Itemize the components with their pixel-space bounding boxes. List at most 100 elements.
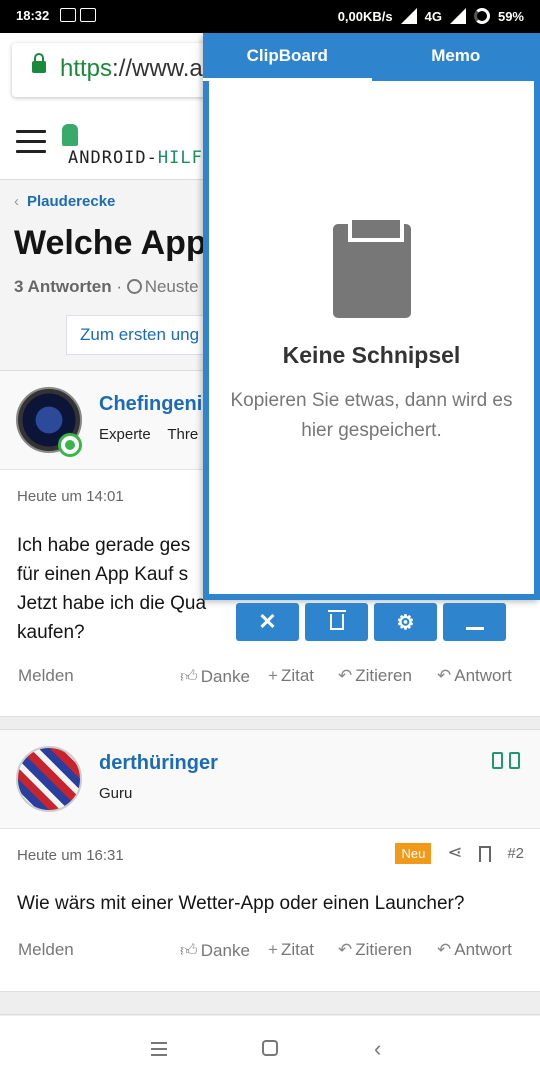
reply-arrow-icon: ↶ bbox=[338, 666, 353, 685]
close-button[interactable]: ✕ bbox=[236, 603, 299, 641]
status-bar: 18:32 0,00KB/s 4G 59% bbox=[0, 0, 540, 33]
thanks-label: Danke bbox=[200, 667, 250, 686]
cite-label: Zitieren bbox=[355, 666, 412, 685]
quote-button[interactable]: + Zitat bbox=[268, 666, 314, 686]
android-logo-icon[interactable] bbox=[62, 124, 78, 146]
post-number[interactable]: #2 bbox=[507, 845, 524, 862]
empty-description: Kopieren Sie etwas, dann wird es hier ge… bbox=[230, 390, 513, 441]
minimize-button[interactable] bbox=[443, 603, 506, 641]
site-logo[interactable]: ANDROID-HILFE bbox=[68, 148, 214, 168]
tab-memo[interactable]: Memo bbox=[372, 33, 540, 81]
phone-icon bbox=[492, 752, 503, 769]
wifi-signal-icon bbox=[400, 8, 417, 24]
meta-separator: · bbox=[111, 277, 127, 296]
share-icon[interactable] bbox=[447, 842, 463, 863]
app-notification-icon bbox=[80, 8, 96, 22]
device-icons bbox=[492, 752, 520, 769]
post-time[interactable]: Heute um 16:31 bbox=[17, 847, 124, 864]
quote-button[interactable]: + Zitat bbox=[268, 940, 314, 960]
clipboard-icon bbox=[333, 220, 411, 318]
clipboard-actions: ✕ ⚙ bbox=[236, 603, 506, 641]
reply-icon: ↶ bbox=[437, 940, 452, 959]
clipboard-panel: ClipBoard Memo Keine Schnipsel Kopieren … bbox=[203, 33, 540, 600]
url-text[interactable]: https://www.ar bbox=[60, 55, 211, 83]
nav-home-icon[interactable] bbox=[262, 1040, 278, 1056]
user-role: Guru bbox=[99, 785, 133, 802]
quote-label: Zitat bbox=[280, 940, 314, 959]
reply-arrow-icon: ↶ bbox=[338, 940, 353, 959]
breadcrumb[interactable]: ‹ Plauderecke bbox=[14, 193, 115, 210]
page-title: Welche App bbox=[14, 224, 207, 262]
notification-icons bbox=[60, 8, 96, 22]
empty-title: Keine Schnipsel bbox=[282, 342, 461, 368]
quote-label: Zitat bbox=[280, 666, 314, 685]
nav-menu-icon[interactable] bbox=[151, 1042, 167, 1060]
thread-meta: 3 Antworten · Neuste bbox=[14, 277, 199, 297]
user-role-extra: Thre bbox=[167, 426, 199, 443]
cite-button[interactable]: ↶ Zitieren bbox=[338, 666, 412, 686]
thumbs-up-icon: 👍︎ bbox=[180, 941, 198, 960]
post-2: derthüringer Guru Heute um 16:31 Neu #2 … bbox=[0, 729, 540, 991]
post-body: Wie wärs mit einer Wetter-App oder einen… bbox=[17, 893, 465, 914]
chevron-left-icon: ‹ bbox=[14, 193, 19, 210]
reply-label: Antwort bbox=[454, 940, 512, 959]
plus-icon: + bbox=[268, 666, 278, 685]
url-host: ://www.ar bbox=[112, 55, 211, 82]
breadcrumb-label: Plauderecke bbox=[27, 193, 116, 210]
reply-button[interactable]: ↶ Antwort bbox=[437, 666, 512, 686]
username[interactable]: derthüringer bbox=[99, 752, 218, 775]
battery-level: 59% bbox=[497, 8, 524, 24]
menu-icon[interactable] bbox=[16, 130, 46, 154]
thanks-button[interactable]: 👍︎ Danke bbox=[180, 666, 250, 687]
post-meta-right: Neu #2 bbox=[395, 842, 524, 864]
reply-icon: ↶ bbox=[437, 666, 452, 685]
cite-label: Zitieren bbox=[355, 940, 412, 959]
thanks-label: Danke bbox=[200, 941, 250, 960]
cell-signal-icon bbox=[449, 8, 466, 24]
clipboard-tabs: ClipBoard Memo bbox=[203, 33, 540, 81]
network-type: 4G bbox=[424, 8, 442, 24]
user-role: Experte Thre bbox=[99, 426, 198, 443]
status-time: 18:32 bbox=[16, 8, 50, 23]
thread-sort: Neuste bbox=[144, 277, 199, 296]
gallery-notification-icon bbox=[60, 8, 76, 22]
trash-icon bbox=[327, 610, 346, 630]
network-speed: 0,00KB/s bbox=[337, 8, 393, 24]
post-actions: Melden 👍︎ Danke + Zitat ↶ Zitieren ↶ Antwort bbox=[0, 666, 540, 696]
gear-icon: ⚙ bbox=[396, 611, 415, 634]
close-icon: ✕ bbox=[258, 609, 277, 634]
tablet-icon bbox=[509, 752, 520, 769]
clock-icon bbox=[126, 279, 142, 294]
post-time[interactable]: Heute um 14:01 bbox=[17, 488, 124, 505]
avatar[interactable] bbox=[16, 746, 82, 812]
url-scheme: https bbox=[60, 55, 113, 82]
new-badge: Neu bbox=[395, 843, 432, 864]
tab-clipboard[interactable]: ClipBoard bbox=[203, 33, 372, 81]
post-separator bbox=[0, 991, 540, 1015]
thanks-button[interactable]: 👍︎ Danke bbox=[180, 940, 250, 961]
minimize-icon bbox=[465, 626, 484, 630]
logo-text-a: ANDROID- bbox=[68, 148, 158, 168]
reply-count: 3 Antworten bbox=[14, 277, 112, 296]
post-userbar: derthüringer Guru bbox=[0, 729, 540, 829]
report-link[interactable]: Melden bbox=[18, 666, 74, 686]
report-link[interactable]: Melden bbox=[18, 940, 74, 960]
reply-label: Antwort bbox=[454, 666, 512, 685]
system-nav-bar: ‹ bbox=[0, 1015, 540, 1080]
bookmark-icon[interactable] bbox=[479, 845, 492, 862]
cite-button[interactable]: ↶ Zitieren bbox=[338, 940, 412, 960]
user-role-label: Experte bbox=[99, 426, 151, 443]
post-actions: Melden 👍︎ Danke + Zitat ↶ Zitieren ↶ Antwort bbox=[0, 940, 540, 970]
online-status-icon bbox=[58, 433, 82, 457]
reply-button[interactable]: ↶ Antwort bbox=[437, 940, 512, 960]
thumbs-up-icon: 👍︎ bbox=[180, 667, 198, 686]
nav-back-icon[interactable]: ‹ bbox=[374, 1036, 381, 1062]
delete-button[interactable] bbox=[305, 603, 368, 641]
username[interactable]: Chefingenie bbox=[99, 393, 213, 416]
status-right: 0,00KB/s 4G 59% bbox=[338, 8, 524, 24]
settings-button[interactable]: ⚙ bbox=[374, 603, 437, 641]
post-separator bbox=[0, 716, 540, 730]
battery-icon bbox=[473, 8, 490, 24]
lock-icon bbox=[32, 53, 46, 73]
plus-icon: + bbox=[268, 940, 278, 959]
